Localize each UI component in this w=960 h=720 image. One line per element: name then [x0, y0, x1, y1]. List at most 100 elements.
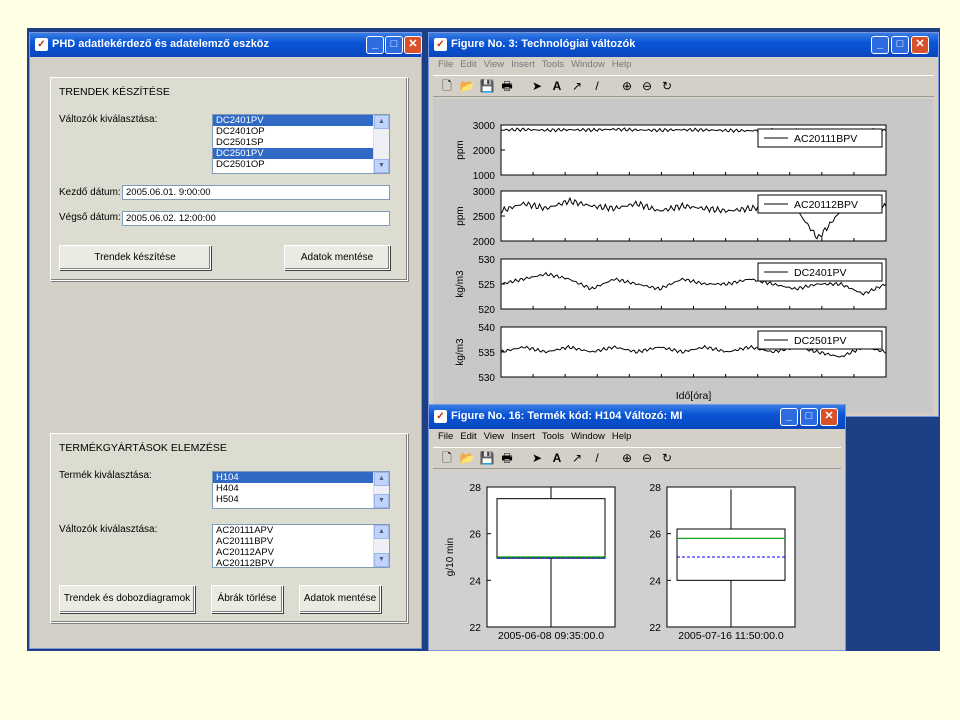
list-item[interactable]: DC2501OP	[213, 159, 389, 170]
menu-item-window[interactable]: Window	[571, 429, 605, 445]
open-folder-icon[interactable]: 📂	[459, 450, 475, 466]
figure3-title: Figure No. 3: Technológiai változók	[451, 38, 636, 50]
products-save-data-button[interactable]: Adatok mentése	[299, 585, 381, 613]
menu-item-view[interactable]: View	[484, 429, 504, 445]
text-tool-icon[interactable]: A	[549, 78, 565, 94]
minimize-icon: _	[876, 38, 884, 50]
list-item[interactable]: DC2401PV	[213, 115, 389, 126]
menu-item-tools[interactable]: Tools	[542, 429, 564, 445]
arrow-tool-icon[interactable]: ↗	[569, 78, 585, 94]
scroll-down-icon[interactable]: ▼	[374, 553, 389, 567]
make-trends-button[interactable]: Trendek készítése	[59, 245, 211, 270]
product-variables-scrollbar[interactable]: ▲ ▼	[373, 525, 389, 567]
product-list[interactable]: H104 H404 H504 ▲ ▼	[212, 471, 390, 509]
line-tool-icon[interactable]: /	[589, 78, 605, 94]
list-item[interactable]: H404	[213, 483, 389, 494]
maximize-button[interactable]: □	[891, 36, 909, 54]
menu-item-window[interactable]: Window	[571, 57, 605, 73]
menu-item-help[interactable]: Help	[612, 57, 632, 73]
zoom-out-icon[interactable]: ⊖	[639, 78, 655, 94]
zoom-out-icon[interactable]: ⊖	[639, 450, 655, 466]
rotate-icon[interactable]: ↻	[659, 78, 675, 94]
open-folder-icon[interactable]: 📂	[459, 78, 475, 94]
scroll-up-icon[interactable]: ▲	[374, 525, 389, 539]
products-panel: TERMÉKGYÁRTÁSOK ELEMZÉSE Termék kiválasz…	[50, 433, 408, 623]
menu-item-edit[interactable]: Edit	[460, 429, 476, 445]
product-select-label: Termék kiválasztása:	[59, 470, 152, 481]
y-tick-label: 540	[478, 323, 495, 334]
list-item[interactable]: AC20111BPV	[213, 536, 389, 547]
trends-variables-scrollbar[interactable]: ▲ ▼	[373, 115, 389, 173]
text-tool-icon[interactable]: A	[549, 450, 565, 466]
y-tick-label: 530	[478, 255, 495, 266]
figure3-titlebar[interactable]: ✓ Figure No. 3: Technológiai változók _ …	[429, 33, 938, 57]
menu-item-tools[interactable]: Tools	[542, 57, 564, 73]
menu-item-insert[interactable]: Insert	[511, 429, 535, 445]
new-file-icon[interactable]: 🗋	[439, 450, 455, 466]
menu-item-edit[interactable]: Edit	[460, 57, 476, 73]
maximize-button[interactable]: □	[385, 36, 403, 54]
scroll-down-icon[interactable]: ▼	[374, 494, 389, 508]
list-item[interactable]: AC20112BPV	[213, 558, 389, 567]
legend-label: AC20112BPV	[794, 199, 858, 211]
list-item[interactable]: AC20112APV	[213, 547, 389, 558]
minimize-button[interactable]: _	[871, 36, 889, 54]
x-tick-label: 2005-06-08 09:35:00.0	[498, 630, 604, 642]
list-item[interactable]: DC2401OP	[213, 126, 389, 137]
end-date-field[interactable]: 2005.06.02. 12:00:00	[122, 211, 390, 226]
scroll-up-icon[interactable]: ▲	[374, 115, 389, 129]
start-date-field[interactable]: 2005.06.01. 9:00:00	[122, 185, 390, 200]
menu-item-insert[interactable]: Insert	[511, 57, 535, 73]
menu-item-help[interactable]: Help	[612, 429, 632, 445]
trends-variables-list[interactable]: DC2401PV DC2401OP DC2501SP DC2501PV DC2501OP…	[212, 114, 390, 174]
menu-item-view[interactable]: View	[484, 57, 504, 73]
close-icon: ✕	[824, 410, 834, 422]
zoom-in-icon[interactable]: ⊕	[619, 450, 635, 466]
trends-panel: TRENDEK KÉSZÍTÉSE Változók kiválasztása:…	[50, 77, 408, 281]
list-item[interactable]: DC2501PV	[213, 148, 389, 159]
main-window-titlebar[interactable]: ✓ PHD adatlekérdező és adatelemző eszköz…	[30, 33, 422, 57]
minimize-button[interactable]: _	[366, 36, 384, 54]
maximize-button[interactable]: □	[800, 408, 818, 426]
scroll-up-icon[interactable]: ▲	[374, 472, 389, 486]
scroll-down-icon[interactable]: ▼	[374, 159, 389, 173]
new-file-icon[interactable]: 🗋	[439, 78, 455, 94]
figure16-canvas: g/10 min 22 24 26 28 2005-06-08 09:35:00.0 22 2…	[431, 471, 843, 649]
save-icon[interactable]: 💾	[479, 450, 495, 466]
y-tick-label: 22	[469, 622, 481, 634]
close-button[interactable]: ✕	[404, 36, 422, 54]
figure3-toolbar: 🗋 📂 💾 🖶 ➤ A ↗ / ⊕ ⊖ ↻	[433, 75, 934, 97]
clear-figures-button[interactable]: Ábrák törlése	[211, 585, 283, 613]
list-item[interactable]: H104	[213, 472, 389, 483]
matlab-icon: ✓	[35, 38, 48, 51]
close-button[interactable]: ✕	[820, 408, 838, 426]
arrow-tool-icon[interactable]: ↗	[569, 450, 585, 466]
close-button[interactable]: ✕	[911, 36, 929, 54]
figure16-titlebar[interactable]: ✓ Figure No. 16: Termék kód: H104 Változ…	[429, 405, 845, 429]
menu-item-file[interactable]: File	[438, 429, 453, 445]
print-icon[interactable]: 🖶	[499, 450, 515, 466]
minimize-icon: _	[785, 410, 793, 422]
pointer-icon[interactable]: ➤	[529, 450, 545, 466]
print-icon[interactable]: 🖶	[499, 78, 515, 94]
y-tick-label: 525	[478, 280, 495, 291]
minimize-icon: _	[371, 38, 379, 50]
y-tick-label: 2500	[473, 212, 496, 223]
legend-label: DC2501PV	[794, 335, 847, 347]
product-variables-list[interactable]: AC20111APV AC20111BPV AC20112APV AC20112BPV…	[212, 524, 390, 568]
product-list-scrollbar[interactable]: ▲ ▼	[373, 472, 389, 508]
menu-item-file[interactable]: File	[438, 57, 453, 73]
minimize-button[interactable]: _	[780, 408, 798, 426]
line-tool-icon[interactable]: /	[589, 450, 605, 466]
pointer-icon[interactable]: ➤	[529, 78, 545, 94]
rotate-icon[interactable]: ↻	[659, 450, 675, 466]
main-window: ✓ PHD adatlekérdező és adatelemző eszköz…	[29, 32, 422, 649]
save-data-button[interactable]: Adatok mentése	[284, 245, 390, 270]
list-item[interactable]: DC2501SP	[213, 137, 389, 148]
zoom-in-icon[interactable]: ⊕	[619, 78, 635, 94]
legend-label: DC2401PV	[794, 267, 847, 279]
list-item[interactable]: AC20111APV	[213, 525, 389, 536]
list-item[interactable]: H504	[213, 494, 389, 505]
trends-box-button[interactable]: Trendek és dobozdiagramok	[59, 585, 195, 613]
save-icon[interactable]: 💾	[479, 78, 495, 94]
